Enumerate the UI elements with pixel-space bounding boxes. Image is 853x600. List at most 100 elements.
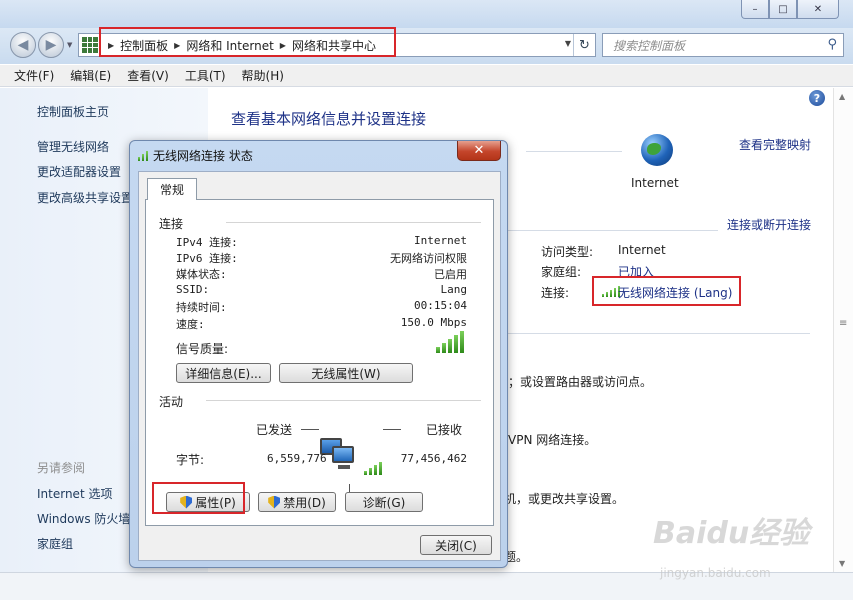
address-dropdown-icon[interactable]: ▼ (565, 39, 571, 48)
wireless-properties-button[interactable]: 无线属性(W) (279, 363, 413, 383)
properties-button[interactable]: 属性(P) (166, 492, 250, 512)
dialog-close-button[interactable]: ✕ (457, 141, 501, 161)
wireless-status-dialog: 无线网络连接 状态 ✕ 常规 连接 IPv4 连接: Internet IPv6… (129, 140, 508, 568)
menu-tools[interactable]: 工具(T) (185, 67, 226, 84)
scroll-grip-icon[interactable]: ≡ (839, 318, 847, 329)
homegroup-label: 家庭组: (541, 265, 582, 279)
ipv6-value: 无网络访问权限 (390, 252, 467, 265)
details-button[interactable]: 详细信息(E)... (176, 363, 271, 383)
dialog-title-bar: 无线网络连接 状态 (138, 147, 253, 164)
bytes-label: 字节: (176, 453, 205, 467)
forward-arrow-icon: ▶ (45, 37, 57, 53)
signal-quality-label: 信号质量: (176, 342, 229, 356)
scroll-down-icon[interactable]: ▼ (839, 559, 845, 568)
forward-button[interactable]: ▶ (38, 32, 64, 58)
ipv4-label: IPv4 连接: (176, 236, 238, 249)
disable-button[interactable]: 禁用(D) (258, 492, 336, 512)
ipv6-label: IPv6 连接: (176, 252, 238, 265)
group-divider (206, 400, 481, 401)
access-type-label: 访问类型: (541, 245, 594, 259)
tab-general[interactable]: 常规 (147, 178, 197, 200)
see-also-heading: 另请参阅 (37, 461, 86, 475)
page-title: 查看基本网络信息并设置连接 (231, 110, 427, 128)
general-panel: 连接 IPv4 连接: Internet IPv6 连接: 无网络访问权限 媒体… (145, 199, 494, 526)
disable-button-label: 禁用(D) (283, 495, 326, 510)
sidebar-item-manage-wireless[interactable]: 管理无线网络 (37, 138, 109, 155)
media-state-label: 媒体状态: (176, 268, 227, 281)
connection-label: 连接: (541, 286, 570, 300)
internet-globe-icon (641, 134, 673, 166)
divider (508, 230, 718, 231)
access-type-value: Internet (618, 243, 666, 257)
ssid-label: SSID: (176, 283, 210, 296)
sidebar-item-adapter-settings[interactable]: 更改适配器设置 (37, 163, 121, 180)
diagnose-button[interactable]: 诊断(G) (345, 492, 423, 512)
breadcrumb-network-sharing-center[interactable]: 网络和共享中心 (292, 37, 376, 54)
menu-file[interactable]: 文件(F) (14, 67, 54, 84)
sent-label: 已发送 (256, 423, 293, 437)
breadcrumb-arrow-icon[interactable]: ▶ (108, 41, 114, 50)
address-bar[interactable]: ▶ 控制面板 ▶ 网络和 Internet ▶ 网络和共享中心 ▼ ↻ (78, 33, 596, 57)
sidebar-item-advanced-sharing[interactable]: 更改高级共享设置 (37, 189, 133, 206)
wireless-signal-icon (138, 150, 148, 161)
duration-label: 持续时间: (176, 301, 227, 314)
control-panel-icon (82, 37, 98, 53)
media-state-value: 已启用 (434, 268, 467, 281)
bytes-received-value: 77,456,462 (400, 452, 467, 465)
baidu-watermark-logo: Baidu经验 (653, 516, 810, 551)
breadcrumb-control-panel[interactable]: 控制面板 (120, 37, 168, 54)
uac-shield-icon (180, 495, 193, 509)
divider (508, 333, 810, 334)
refresh-icon: ↻ (579, 37, 590, 53)
recent-pages-chevron-icon[interactable]: ▼ (67, 41, 72, 49)
sent-dash (301, 429, 319, 430)
breadcrumb-network-internet[interactable]: 网络和 Internet (186, 37, 273, 54)
maximize-button[interactable]: □ (769, 0, 797, 19)
breadcrumb: ▶ 控制面板 ▶ 网络和 Internet ▶ 网络和共享中心 (102, 34, 376, 56)
dialog-body: 常规 连接 IPv4 连接: Internet IPv6 连接: 无网络访问权限… (138, 171, 501, 561)
wireless-connection-link[interactable]: 无线网络连接 (Lang) (618, 284, 732, 301)
uac-shield-icon (268, 495, 281, 509)
search-icon[interactable]: ⚲ (827, 37, 837, 52)
task-sharing-text: 机，或更改共享设置。 (504, 492, 625, 506)
ssid-value: Lang (440, 283, 468, 296)
minimize-button[interactable]: – (741, 0, 769, 19)
help-icon[interactable]: ? (809, 90, 825, 106)
internet-label: Internet (631, 176, 679, 190)
breadcrumb-arrow-icon[interactable]: ▶ (174, 41, 180, 50)
search-placeholder: 搜索控制面板 (613, 38, 686, 53)
signal-strength-icon (436, 331, 464, 353)
breadcrumb-arrow-icon[interactable]: ▶ (280, 41, 286, 50)
sidebar-item-home[interactable]: 控制面板主页 (37, 103, 109, 120)
menu-edit[interactable]: 编辑(E) (70, 67, 111, 84)
received-label: 已接收 (426, 423, 463, 437)
sidebar-item-firewall[interactable]: Windows 防火墙 (37, 510, 130, 527)
task-vpn-text: VPN 网络连接。 (508, 433, 597, 447)
search-input[interactable]: 搜索控制面板 ⚲ (602, 33, 844, 57)
dialog-close-text-button[interactable]: 关闭(C) (420, 535, 492, 555)
menu-view[interactable]: 查看(V) (127, 67, 169, 84)
menu-bar: 文件(F) 编辑(E) 查看(V) 工具(T) 帮助(H) (0, 65, 853, 87)
navigation-bar: ◀ ▶ ▼ ▶ 控制面板 ▶ 网络和 Internet ▶ 网络和共享中心 ▼ … (0, 28, 853, 64)
bytes-sent-value: 6,559,776 (267, 452, 327, 465)
back-button[interactable]: ◀ (10, 32, 36, 58)
scroll-up-icon[interactable]: ▲ (839, 92, 845, 101)
speed-value: 150.0 Mbps (400, 316, 467, 329)
menu-help[interactable]: 帮助(H) (242, 67, 284, 84)
network-map-line (526, 151, 622, 152)
connection-group-label: 连接 (159, 217, 184, 231)
duration-value: 00:15:04 (414, 299, 467, 312)
sidebar-item-homegroup[interactable]: 家庭组 (37, 535, 73, 552)
scrollbar[interactable]: ▲ ≡ ▼ (833, 88, 853, 572)
task-setup-text: ；或设置路由器或访问点。 (508, 375, 653, 389)
title-bar: – □ ✕ (0, 0, 853, 28)
activity-group-label: 活动 (159, 395, 184, 409)
activity-signal-icon (364, 462, 382, 475)
view-full-map-link[interactable]: 查看完整映射 (739, 136, 811, 153)
sidebar-item-internet-options[interactable]: Internet 选项 (37, 485, 112, 502)
refresh-button[interactable]: ↻ (573, 34, 595, 56)
homegroup-value-link[interactable]: 已加入 (618, 263, 654, 280)
close-window-button[interactable]: ✕ (797, 0, 839, 19)
speed-label: 速度: (176, 318, 205, 331)
connect-disconnect-link[interactable]: 连接或断开连接 (727, 216, 811, 233)
